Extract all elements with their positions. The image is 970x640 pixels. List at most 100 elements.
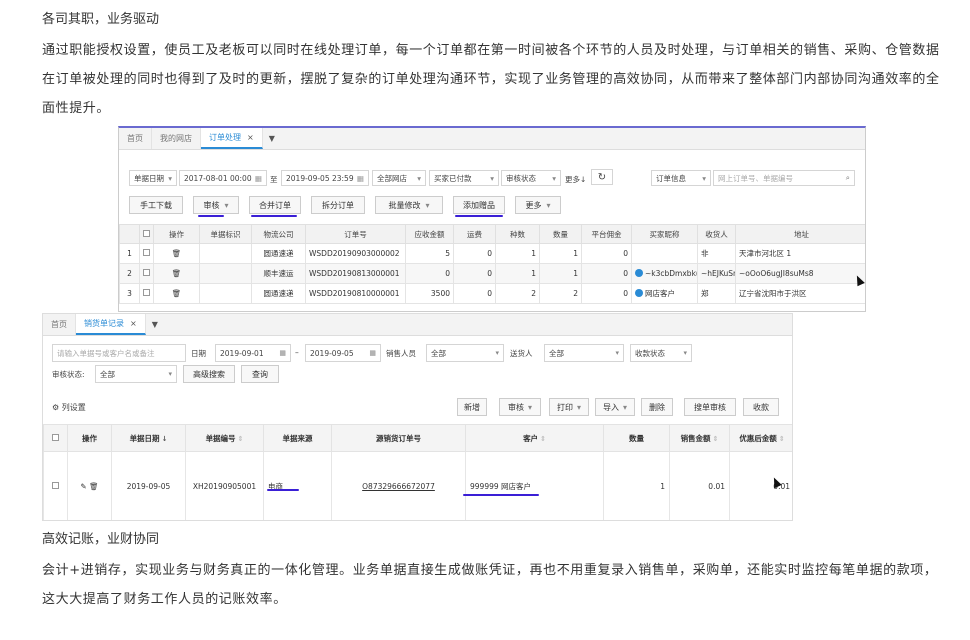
print-dropdown-button[interactable]: 打印 ▾	[549, 398, 589, 416]
more-label: 更多	[525, 200, 542, 210]
order-search-input[interactable]: 网上订单号、单据编号 ⌕	[713, 170, 855, 186]
tab-sales-records[interactable]: 销货单记录 ×	[76, 314, 146, 335]
tab-home[interactable]: 首页	[43, 314, 76, 335]
tab-my-shop[interactable]: 我的网店	[152, 128, 201, 149]
section-paragraph-1: 通过职能授权设置，使员工及老板可以同时在线处理订单，每一个订单都在第一时间被各个…	[42, 43, 940, 116]
receiver-cell: 非	[697, 243, 736, 264]
row-checkbox[interactable]	[139, 243, 154, 264]
section-paragraph-2: 会计+进销存，实现业务与财务真正的一体化管理。业务单据直接生成做账凭证，再也不用…	[42, 563, 938, 607]
more-actions-button[interactable]: 更多 ▾	[515, 196, 561, 214]
source-order-cell[interactable]: O87329666672077	[331, 451, 466, 520]
collect-payment-button[interactable]: 收款	[743, 398, 779, 416]
pay-status-value: 买家已付款	[434, 173, 472, 183]
column-header[interactable]: 销售金额 ⇕	[669, 424, 730, 452]
chevron-down-icon[interactable]: ▼	[263, 128, 281, 149]
chevron-down-icon: ▾	[622, 402, 627, 412]
date-to-input[interactable]: 2019-09-05 23:59 ▦	[281, 170, 369, 186]
search-placeholder: 请输入单据号或客户名或备注	[57, 348, 155, 358]
import-dropdown-button[interactable]: 导入 ▾	[595, 398, 635, 416]
date-from-input[interactable]: 2019-09-01 ▦	[215, 344, 291, 362]
add-gift-button[interactable]: 添加赠品	[453, 196, 505, 214]
delete-icon[interactable]: 🗑	[89, 482, 99, 491]
source-order-link[interactable]: O87329666672077	[362, 482, 435, 491]
delete-icon[interactable]: 🗑	[153, 283, 200, 304]
date-type-select[interactable]: 单据日期 ▾	[129, 170, 177, 186]
buyer-cell: 网店客户	[631, 283, 698, 304]
select-all-checkbox[interactable]	[139, 224, 154, 244]
table-row[interactable]: 2 🗑 顺丰速运 WSDD20190813000001 0 0 1 1 0 ~k…	[119, 263, 865, 284]
table-row[interactable]: 1 🗑 圆通速递 WSDD20190903000002 5 0 1 1 0 非 …	[119, 243, 865, 264]
close-icon[interactable]: ×	[247, 133, 254, 142]
search-audit-button[interactable]: 搜单审核	[684, 398, 736, 416]
row-checkbox[interactable]	[43, 451, 68, 520]
freight-cell: 0	[453, 283, 496, 304]
column-header[interactable]: 优惠后金额 ⇕	[729, 424, 792, 452]
delete-button[interactable]: 删除	[641, 398, 673, 416]
column-header[interactable]: 单据日期 ↓	[111, 424, 186, 452]
sales-records-screenshot: 首页 销货单记录 × ▼ 请输入单据号或客户名或备注 日期 2019-09-01 ▦…	[42, 313, 793, 521]
order-processing-screenshot: 首页 我的网店 订单处理 × ▼ 单据日期 ▾ 2017-08-01 00:00 ▦ …	[118, 126, 866, 312]
audit-status-select[interactable]: 审核状态 ▾	[501, 170, 561, 186]
order-info-select[interactable]: 订单信息 ▾	[651, 170, 711, 186]
salesperson-select[interactable]: 全部 ▾	[426, 344, 504, 362]
manual-download-button[interactable]: 手工下载	[129, 196, 183, 214]
row-number: 3	[119, 283, 140, 304]
order-number-cell[interactable]: WSDD20190810000001	[305, 283, 406, 304]
merge-orders-button[interactable]: 合并订单	[249, 196, 301, 214]
delete-icon[interactable]: 🗑	[153, 263, 200, 284]
sort-icon: ⇕	[778, 434, 785, 443]
new-button[interactable]: 新增	[457, 398, 487, 416]
calendar-icon: ▦	[279, 349, 286, 357]
sort-down-icon: ↓	[161, 434, 168, 443]
tab-home[interactable]: 首页	[119, 128, 152, 149]
column-header: 平台佣金	[581, 224, 632, 244]
shop-value: 全部网店	[377, 173, 407, 183]
row-number: 1	[119, 243, 140, 264]
highlight-underline	[455, 215, 503, 217]
select-all-checkbox[interactable]	[43, 424, 68, 452]
delivery-label: 送货人	[510, 349, 533, 358]
column-header: 地址	[735, 224, 865, 244]
order-number-cell[interactable]: WSDD20190813000001	[305, 263, 406, 284]
tab-order-processing[interactable]: 订单处理 ×	[201, 128, 263, 149]
close-icon[interactable]: ×	[130, 319, 137, 328]
logistics-cell: 圆通速递	[251, 283, 306, 304]
refresh-icon[interactable]: ↻	[591, 169, 613, 185]
commission-cell: 0	[581, 263, 632, 284]
audit-dropdown-button[interactable]: 审核 ▾	[193, 196, 239, 214]
table-row[interactable]: 3 🗑 圆通速递 WSDD20190810000001 3500 0 2 2 0…	[119, 283, 865, 304]
date-separator: 至	[270, 175, 278, 184]
query-button[interactable]: 查询	[241, 365, 279, 383]
order-number-cell[interactable]: WSDD20190903000002	[305, 243, 406, 264]
chevron-down-icon[interactable]: ▼	[146, 314, 164, 335]
order-flag	[199, 283, 252, 304]
audit-button-label: 审核	[507, 402, 524, 412]
audit-select[interactable]: 全部 ▾	[95, 365, 177, 383]
advanced-search-button[interactable]: 高级搜索	[183, 365, 235, 383]
shop-select[interactable]: 全部网店 ▾	[372, 170, 426, 186]
column-header[interactable]: 客户 ⇕	[465, 424, 604, 452]
row-checkbox[interactable]	[139, 283, 154, 304]
column-header[interactable]: 单据编号 ⇕	[185, 424, 264, 452]
split-order-button[interactable]: 拆分订单	[311, 196, 365, 214]
batch-edit-button[interactable]: 批量修改 ▾	[375, 196, 443, 214]
sales-search-input[interactable]: 请输入单据号或客户名或备注	[52, 344, 186, 362]
date-from-input[interactable]: 2017-08-01 00:00 ▦	[179, 170, 267, 186]
row-checkbox[interactable]	[139, 263, 154, 284]
more-filters-toggle[interactable]: 更多↓	[565, 174, 586, 185]
column-settings[interactable]: ⚙ 列设置	[52, 402, 86, 413]
number-cell[interactable]: XH20190905001	[185, 451, 264, 520]
pay-status-select[interactable]: 买家已付款 ▾	[429, 170, 499, 186]
audit-dropdown-button[interactable]: 审核 ▾	[499, 398, 541, 416]
edit-icon[interactable]: ✎	[80, 482, 86, 491]
payment-status-select[interactable]: 收款状态 ▾	[630, 344, 692, 362]
delivery-select[interactable]: 全部 ▾	[544, 344, 624, 362]
order-table: 操作 单据标识 物流公司 订单号 应收金额 运费 种数 数量 平台佣金 买家昵称…	[119, 224, 865, 304]
table-row[interactable]: ✎ 🗑 2019-09-05 XH20190905001 电商 O8732966…	[43, 451, 792, 520]
order-flag	[199, 243, 252, 264]
date-to-input[interactable]: 2019-09-05 ▦	[305, 344, 381, 362]
delete-icon[interactable]: 🗑	[153, 243, 200, 264]
amount-cell: 0	[405, 263, 454, 284]
chevron-down-icon: ▾	[417, 173, 421, 183]
column-label: 单据日期	[129, 433, 160, 443]
